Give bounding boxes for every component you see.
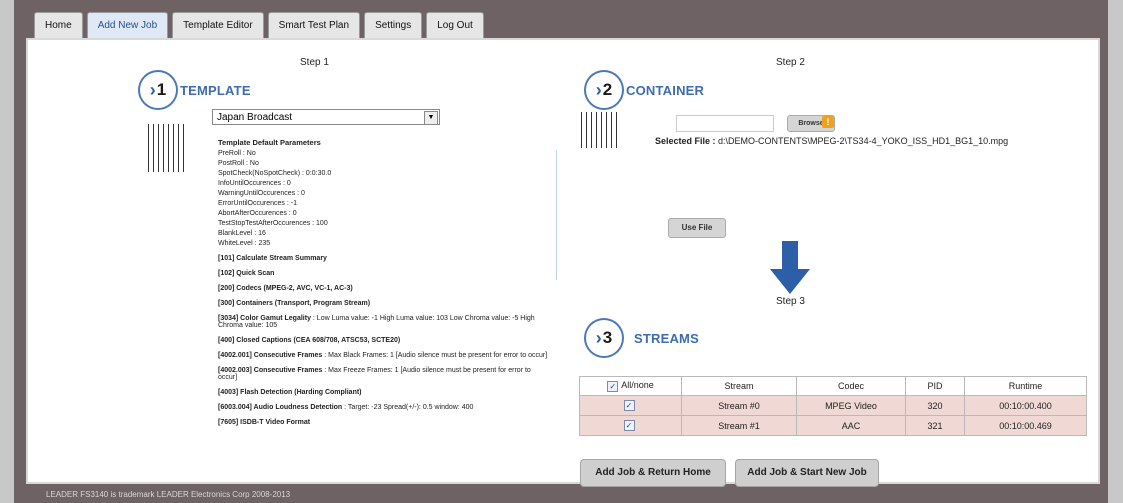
param-line: PostRoll : No (218, 160, 259, 167)
test-item: [200] Codecs (MPEG-2, AVC, VC-1, AC-3) (218, 285, 548, 292)
stream-cell: Stream #0 (681, 395, 797, 416)
test-item: [300] Containers (Transport, Program Str… (218, 300, 548, 307)
test-name: [3034] Color Gamut Legality (218, 315, 311, 322)
test-name: [101] Calculate Stream Summary (218, 255, 327, 262)
template-params: Template Default Parameters PreRoll : No… (218, 138, 548, 430)
template-title: TEMPLATE (180, 82, 251, 98)
test-item: [4002.003] Consecutive Frames : Max Free… (218, 367, 548, 381)
tab-log-out[interactable]: Log Out (426, 12, 484, 39)
param-line: ErrorUntilOccurences : -1 (218, 200, 297, 207)
streams-title: STREAMS (634, 330, 699, 346)
add-job-start-new-button[interactable]: Add Job & Start New Job (735, 459, 879, 487)
test-name: [4003] Flash Detection (Harding Complian… (218, 389, 362, 396)
test-name: [102] Quick Scan (218, 270, 275, 277)
param-line: WhiteLevel : 235 (218, 240, 271, 247)
selected-file-text: Selected File : d:\DEMO-CONTENTS\MPEG-2\… (655, 136, 1009, 146)
step1-label: Step 1 (300, 57, 329, 68)
checkbox[interactable]: ✓ (623, 400, 635, 412)
codec-column-header: Codec (796, 376, 906, 396)
param-line: WarningUntilOccurences : 0 (218, 190, 305, 197)
table-header-row: ✓ All/none Stream Codec PID Runtime (579, 376, 1087, 396)
footer: LEADER FS3140 is trademark LEADER Electr… (14, 488, 1108, 503)
chevron-right-icon: › (595, 327, 602, 348)
test-item: [4002.001] Consecutive Frames : Max Blac… (218, 352, 548, 359)
section-divider (556, 150, 557, 280)
test-item: [4003] Flash Detection (Harding Complian… (218, 389, 548, 396)
test-item: [101] Calculate Stream Summary (218, 255, 548, 262)
params-title: Template Default Parameters (218, 138, 321, 147)
tab-template-editor[interactable]: Template Editor (172, 12, 264, 39)
dropdown-arrow-icon[interactable]: ▼ (424, 111, 438, 125)
test-item: [7605] ISDB-T Video Format (218, 419, 548, 426)
test-name: [4002.003] Consecutive Frames (218, 367, 323, 374)
codec-cell: MPEG Video (796, 395, 906, 416)
runtime-cell: 00:10:00.400 (964, 395, 1087, 416)
step-badge-2: › 2 (586, 72, 622, 108)
test-name: [300] Containers (Transport, Program Str… (218, 300, 371, 307)
param-line: AbortAfterOccurences : 0 (218, 210, 297, 217)
template-section-header: › 1 TEMPLATE (140, 72, 251, 108)
test-item: [6003.004] Audio Loudness Detection : Ta… (218, 404, 548, 411)
step-badge-1: › 1 (140, 72, 176, 108)
table-row: ✓ Stream #0 MPEG Video 320 00:10:00.400 (579, 395, 1087, 416)
pid-cell: 320 (905, 395, 965, 416)
row-checkbox[interactable]: ✓ (579, 395, 682, 416)
test-description: : Max Black Frames: 1 [Audio silence mus… (322, 352, 548, 359)
stream-cell: Stream #1 (681, 415, 797, 436)
tab-settings[interactable]: Settings (364, 12, 423, 39)
arrow-down-icon (770, 241, 810, 294)
container-title: CONTAINER (626, 82, 705, 98)
barcode-icon (581, 112, 617, 148)
step-badge-3: › 3 (586, 320, 622, 356)
test-name: [7605] ISDB-T Video Format (218, 419, 311, 426)
tab-smart-test-plan[interactable]: Smart Test Plan (267, 12, 361, 39)
pid-cell: 321 (905, 415, 965, 436)
barcode-icon (148, 124, 184, 172)
footer-text: LEADER FS3140 is trademark LEADER Electr… (46, 490, 291, 499)
table-row: ✓ Stream #1 AAC 321 00:10:00.469 (579, 415, 1087, 436)
row-checkbox[interactable]: ✓ (579, 415, 682, 436)
checkbox-all[interactable]: ✓ (607, 380, 619, 392)
streams-section-header: › 3 STREAMS (586, 320, 699, 356)
file-path-input[interactable] (676, 115, 774, 132)
use-file-button[interactable]: Use File (668, 218, 726, 238)
streams-table: ✓ All/none Stream Codec PID Runtime ✓ Stre… (579, 376, 1087, 436)
tab-add-new-job[interactable]: Add New Job (86, 12, 169, 39)
stream-column-header: Stream (681, 376, 797, 396)
all-none-header[interactable]: ✓ All/none (579, 376, 682, 396)
checkbox[interactable]: ✓ (623, 420, 635, 432)
param-line: TestStopTestAfterOccurences : 100 (218, 220, 328, 227)
nav-tabs: Home Add New Job Template Editor Smart T… (34, 12, 484, 39)
step3-label: Step 3 (776, 296, 805, 307)
add-job-return-home-button[interactable]: Add Job & Return Home (580, 459, 726, 487)
test-name: [200] Codecs (MPEG-2, AVC, VC-1, AC-3) (218, 285, 353, 292)
template-select[interactable]: Japan Broadcast ▼ (212, 109, 440, 125)
test-description: : Target: -23 Spread(+/-): 0.5 window: 4… (342, 404, 474, 411)
test-item: [3034] Color Gamut Legality : Low Luma v… (218, 315, 548, 329)
codec-cell: AAC (796, 415, 906, 436)
test-item: [400] Closed Captions (CEA 608/708, ATSC… (218, 337, 548, 344)
param-line: SpotCheck(NoSpotCheck) : 0:0:30.0 (218, 170, 332, 177)
test-name: [4002.001] Consecutive Frames (218, 352, 323, 359)
container-section-header: › 2 CONTAINER (586, 72, 704, 108)
param-line: BlankLevel : 16 (218, 230, 266, 237)
runtime-cell: 00:10:00.469 (964, 415, 1087, 436)
warning-icon: ! (822, 116, 834, 128)
tab-home[interactable]: Home (34, 12, 83, 39)
chevron-right-icon: › (595, 79, 602, 100)
test-name: [400] Closed Captions (CEA 608/708, ATSC… (218, 337, 401, 344)
chevron-right-icon: › (149, 79, 156, 100)
param-line: PreRoll : No (218, 150, 256, 157)
test-name: [6003.004] Audio Loudness Detection (218, 404, 343, 411)
param-line: InfoUntilOccurences : 0 (218, 180, 291, 187)
runtime-column-header: Runtime (964, 376, 1087, 396)
pid-column-header: PID (905, 376, 965, 396)
step2-label: Step 2 (776, 57, 805, 68)
test-item: [102] Quick Scan (218, 270, 548, 277)
